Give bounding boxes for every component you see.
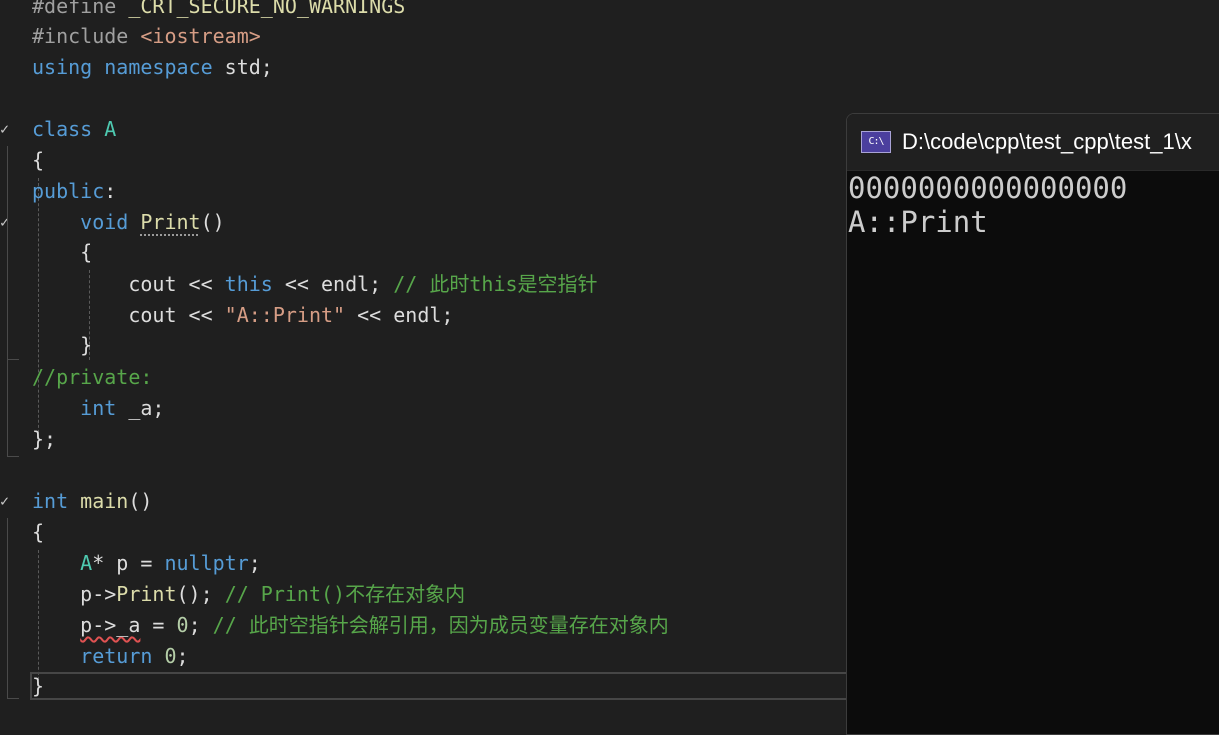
code-comment: // 此时空指针会解引用，因为成员变量存在对象内 [212,613,669,637]
outline-guide-main [7,518,8,698]
macro-name: _CRT_SECURE_NO_WARNINGS [128,0,406,18]
include-header: <iostream> [140,24,261,48]
console-output-line-1: 0000000000000000 [848,171,1128,205]
code-text: : [104,179,117,203]
preprocessor-token: #include [32,24,129,48]
code-line-13: //private: [32,362,152,393]
code-text: p-> [80,582,117,606]
number-literal: 0 [164,644,177,668]
type-name: A [80,551,93,575]
keyword-nullptr: nullptr [164,551,249,575]
code-text: ; [188,613,213,637]
code-line-19: A* p = nullptr; [32,548,261,579]
code-line-14: int _a; [32,393,164,424]
code-line-5: class A [32,114,116,145]
keyword-void: void [80,210,129,234]
code-text: << endl; [272,272,394,296]
fold-toggle-class-icon[interactable]: ✓ [0,122,14,137]
code-line-11: cout << "A::Print" << endl; [32,300,453,331]
code-text: () [128,489,153,513]
code-text: ; [176,644,189,668]
outline-guide-class-end [7,456,19,457]
outline-guide-print-end [7,359,19,360]
console-titlebar[interactable]: C:\ D:\code\cpp\test_cpp\test_1\x [847,114,1219,171]
class-name: A [104,117,117,141]
keyword-class: class [32,117,93,141]
code-text: cout << [128,272,225,296]
code-text: = [140,613,177,637]
code-line-22: return 0; [32,641,189,672]
fold-toggle-main-icon[interactable]: ✓ [0,494,14,509]
code-text: std; [212,55,273,79]
code-line-6: { [32,145,44,176]
console-window[interactable]: C:\ D:\code\cpp\test_cpp\test_1\x 000000… [846,113,1219,735]
code-line-10: cout << this << endl; // 此时this是空指针 [32,269,598,300]
brace: }; [32,427,57,451]
code-comment: // Print()不存在对象内 [224,582,466,606]
keyword-this: this [224,272,273,296]
keyword-namespace: namespace [104,55,213,79]
number-literal: 0 [176,613,189,637]
string-literal: "A::Print" [224,303,346,327]
code-line-3: using namespace std; [32,52,273,83]
keyword-int: int [80,396,117,420]
keyword-int: int [32,489,69,513]
code-line-23: } [32,671,44,702]
console-output-line-2: A::Print [848,205,988,239]
brace: { [32,520,45,544]
code-text: << endl; [345,303,454,327]
code-line-21: p->_a = 0; // 此时空指针会解引用，因为成员变量存在对象内 [32,610,669,641]
brace: { [80,240,93,264]
code-line-17: int main() [32,486,152,517]
code-line-15: }; [32,424,56,455]
preprocessor-token: #define [32,0,117,18]
current-line-highlight [30,672,860,700]
code-line-12: } [32,330,92,361]
code-line-1: #define _CRT_SECURE_NO_WARNINGS [32,0,405,22]
keyword-public: public [32,179,105,203]
code-line-20: p->Print(); // Print()不存在对象内 [32,579,465,610]
code-line-7: public: [32,176,116,207]
code-comment: // 此时this是空指针 [393,272,598,296]
console-title: D:\code\cpp\test_cpp\test_1\x [902,129,1192,154]
error-squiggle-expression[interactable]: p->_a [80,613,140,637]
code-text: () [200,210,225,234]
code-text: (); [176,582,225,606]
console-app-icon: C:\ [861,131,891,153]
code-line-9: { [32,237,92,268]
function-call-print[interactable]: Print [116,582,176,606]
code-text: cout << [128,303,225,327]
brace: } [32,674,45,698]
keyword-return: return [80,644,153,668]
function-print[interactable]: Print [140,210,200,234]
brace: } [80,333,93,357]
code-text: _a; [116,396,165,420]
code-text: * p = [92,551,165,575]
code-line-2: #include <iostream> [32,21,261,52]
code-comment: //private: [32,365,153,389]
brace: { [32,148,45,172]
code-line-8: void Print() [32,207,225,238]
code-line-18: { [32,517,44,548]
outline-guide-main-end [7,698,19,699]
code-text: ; [248,551,261,575]
function-main[interactable]: main [80,489,128,513]
keyword-using: using [32,55,93,79]
outline-guide-print [7,239,8,359]
